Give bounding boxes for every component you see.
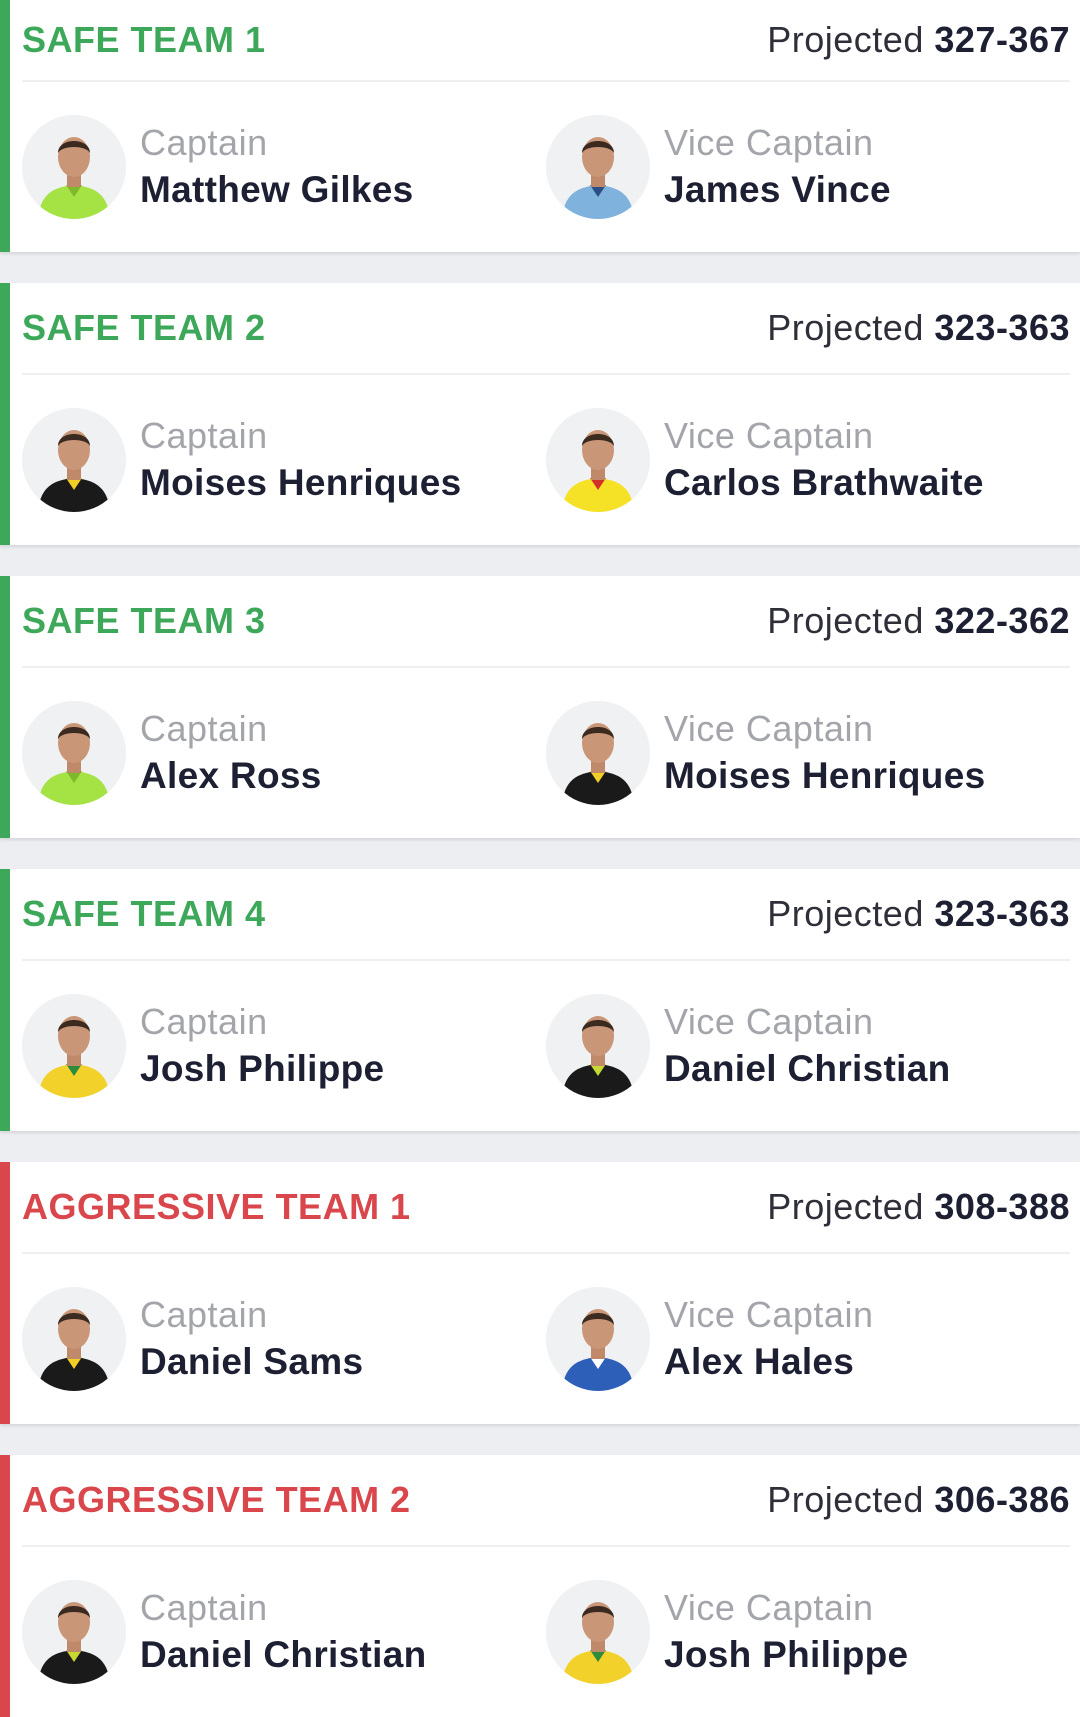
captain-name: Josh Philippe [140, 1048, 385, 1089]
team-type-accent-bar [0, 1162, 10, 1424]
captain-role-label: Captain [140, 708, 268, 749]
team-name: AGGRESSIVE TEAM 1 [22, 1186, 411, 1227]
projected-points: Projected 306-386 [767, 1479, 1070, 1521]
captain-role-label: Captain [140, 1587, 268, 1628]
projected-points: Projected 323-363 [767, 307, 1070, 349]
projected-label: Projected [767, 19, 924, 60]
team-card-5[interactable]: AGGRESSIVE TEAM 1 Projected 308-388 Capt… [0, 1162, 1080, 1424]
vice-captain-avatar [546, 701, 650, 805]
team-card-body: Captain Alex Ross Vice Captain Moises He… [22, 668, 1070, 838]
team-card-4[interactable]: SAFE TEAM 4 Projected 323-363 Captain Jo… [0, 869, 1080, 1131]
projected-range: 323-363 [934, 893, 1070, 934]
team-card-6[interactable]: AGGRESSIVE TEAM 2 Projected 306-386 Capt… [0, 1455, 1080, 1717]
team-type-accent-bar [0, 1455, 10, 1717]
captain-avatar [22, 994, 126, 1098]
team-card-body: Captain Matthew Gilkes Vice Captain Jame… [22, 82, 1070, 252]
team-name: SAFE TEAM 3 [22, 600, 266, 641]
vice-captain-slot[interactable]: Vice Captain James Vince [546, 115, 1070, 219]
projected-points: Projected 327-367 [767, 19, 1070, 61]
captain-slot[interactable]: Captain Moises Henriques [22, 408, 546, 512]
captain-avatar [22, 701, 126, 805]
vice-captain-slot[interactable]: Vice Captain Alex Hales [546, 1287, 1070, 1391]
projected-label: Projected [767, 1479, 924, 1520]
captain-name: Matthew Gilkes [140, 169, 414, 210]
team-name: SAFE TEAM 1 [22, 19, 266, 60]
vice-captain-name: Josh Philippe [664, 1634, 909, 1675]
captain-slot[interactable]: Captain Daniel Sams [22, 1287, 546, 1391]
vice-captain-role-label: Vice Captain [664, 415, 874, 456]
team-card-header: SAFE TEAM 1 Projected 327-367 [22, 0, 1070, 82]
captain-role-label: Captain [140, 1001, 268, 1042]
vice-captain-slot[interactable]: Vice Captain Moises Henriques [546, 701, 1070, 805]
vice-captain-avatar [546, 1580, 650, 1684]
team-card-1[interactable]: SAFE TEAM 1 Projected 327-367 Captain Ma… [0, 0, 1080, 252]
vice-captain-role-label: Vice Captain [664, 708, 874, 749]
team-card-body: Captain Daniel Christian Vice Captain Jo… [22, 1547, 1070, 1717]
vice-captain-role-label: Vice Captain [664, 1001, 874, 1042]
team-card-2[interactable]: SAFE TEAM 2 Projected 323-363 Captain Mo… [0, 283, 1080, 545]
vice-captain-slot[interactable]: Vice Captain Josh Philippe [546, 1580, 1070, 1684]
team-list: SAFE TEAM 1 Projected 327-367 Captain Ma… [0, 0, 1080, 1717]
projected-label: Projected [767, 1186, 924, 1227]
team-card-body: Captain Moises Henriques Vice Captain Ca… [22, 375, 1070, 545]
team-card-body: Captain Josh Philippe Vice Captain Danie… [22, 961, 1070, 1131]
projected-label: Projected [767, 893, 924, 934]
team-type-accent-bar [0, 869, 10, 1131]
projected-range: 322-362 [934, 600, 1070, 641]
vice-captain-avatar [546, 408, 650, 512]
vice-captain-name: Moises Henriques [664, 755, 986, 796]
team-card-header: SAFE TEAM 4 Projected 323-363 [22, 869, 1070, 961]
vice-captain-avatar [546, 994, 650, 1098]
team-name: SAFE TEAM 2 [22, 307, 266, 348]
captain-slot[interactable]: Captain Matthew Gilkes [22, 115, 546, 219]
team-card-body: Captain Daniel Sams Vice Captain Alex Ha… [22, 1254, 1070, 1424]
team-card-header: AGGRESSIVE TEAM 1 Projected 308-388 [22, 1162, 1070, 1254]
team-type-accent-bar [0, 283, 10, 545]
vice-captain-role-label: Vice Captain [664, 122, 874, 163]
vice-captain-role-label: Vice Captain [664, 1587, 874, 1628]
captain-role-label: Captain [140, 415, 268, 456]
vice-captain-name: Daniel Christian [664, 1048, 951, 1089]
vice-captain-slot[interactable]: Vice Captain Daniel Christian [546, 994, 1070, 1098]
captain-avatar [22, 1580, 126, 1684]
team-type-accent-bar [0, 0, 10, 252]
captain-avatar [22, 408, 126, 512]
captain-name: Alex Ross [140, 755, 322, 796]
captain-avatar [22, 1287, 126, 1391]
projected-points: Projected 323-363 [767, 893, 1070, 935]
vice-captain-name: Alex Hales [664, 1341, 855, 1382]
team-card-header: AGGRESSIVE TEAM 2 Projected 306-386 [22, 1455, 1070, 1547]
captain-avatar [22, 115, 126, 219]
vice-captain-slot[interactable]: Vice Captain Carlos Brathwaite [546, 408, 1070, 512]
vice-captain-avatar [546, 1287, 650, 1391]
captain-name: Daniel Christian [140, 1634, 427, 1675]
projected-label: Projected [767, 600, 924, 641]
team-name: AGGRESSIVE TEAM 2 [22, 1479, 411, 1520]
captain-role-label: Captain [140, 1294, 268, 1335]
projected-label: Projected [767, 307, 924, 348]
team-card-3[interactable]: SAFE TEAM 3 Projected 322-362 Captain Al… [0, 576, 1080, 838]
captain-slot[interactable]: Captain Josh Philippe [22, 994, 546, 1098]
captain-slot[interactable]: Captain Alex Ross [22, 701, 546, 805]
captain-role-label: Captain [140, 122, 268, 163]
projected-range: 323-363 [934, 307, 1070, 348]
vice-captain-name: James Vince [664, 169, 891, 210]
projected-range: 306-386 [934, 1479, 1070, 1520]
vice-captain-role-label: Vice Captain [664, 1294, 874, 1335]
captain-name: Moises Henriques [140, 462, 462, 503]
captain-name: Daniel Sams [140, 1341, 364, 1382]
vice-captain-avatar [546, 115, 650, 219]
team-card-header: SAFE TEAM 3 Projected 322-362 [22, 576, 1070, 668]
projected-points: Projected 308-388 [767, 1186, 1070, 1228]
projected-range: 327-367 [934, 19, 1070, 60]
projected-points: Projected 322-362 [767, 600, 1070, 642]
captain-slot[interactable]: Captain Daniel Christian [22, 1580, 546, 1684]
vice-captain-name: Carlos Brathwaite [664, 462, 984, 503]
team-name: SAFE TEAM 4 [22, 893, 266, 934]
team-type-accent-bar [0, 576, 10, 838]
projected-range: 308-388 [934, 1186, 1070, 1227]
team-card-header: SAFE TEAM 2 Projected 323-363 [22, 283, 1070, 375]
